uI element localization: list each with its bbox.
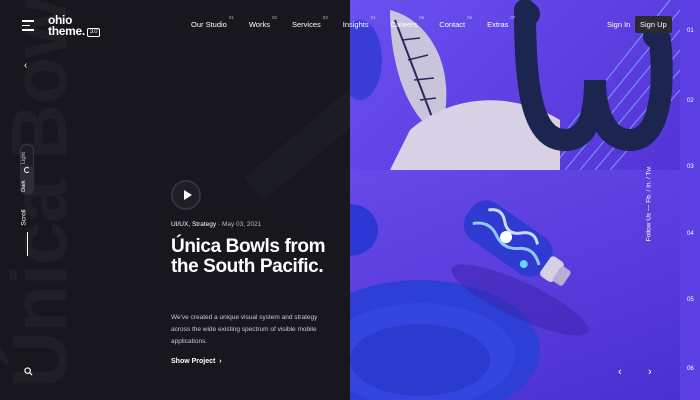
- sign-up-button[interactable]: Sign Up: [635, 16, 672, 33]
- project-title: Única Bowls from the South Pacific.: [171, 236, 326, 277]
- project-date: May 03, 2021: [221, 221, 262, 228]
- nav-item-insights[interactable]: Insights 04: [343, 15, 376, 29]
- slide-number[interactable]: 01: [687, 28, 694, 34]
- project-meta: UI/UX, Strategy · May 03, 2021: [171, 221, 262, 228]
- slide-number[interactable]: 04: [687, 231, 694, 237]
- play-icon: [184, 190, 192, 200]
- mode-light-label: Light: [20, 152, 27, 164]
- decorative-diagonal: [243, 49, 350, 201]
- mode-dark-label: Dark: [20, 180, 27, 192]
- slide-number[interactable]: 03: [687, 164, 694, 170]
- nav-item-services[interactable]: Services 03: [292, 15, 328, 29]
- dark-light-toggle[interactable]: Light Dark: [20, 144, 34, 195]
- logo-line2: theme.: [48, 24, 85, 38]
- play-button[interactable]: [171, 180, 201, 210]
- nav-item-works[interactable]: Works 02: [249, 15, 277, 29]
- scroll-label: Scroll: [20, 209, 28, 226]
- nav-item-contact[interactable]: Contact 06: [439, 15, 472, 29]
- chevron-right-icon: ›: [219, 358, 222, 365]
- nav-item-our-studio[interactable]: Our Studio 01: [191, 15, 234, 29]
- project-category[interactable]: UI/UX, Strategy: [171, 221, 216, 228]
- search-icon[interactable]: [24, 367, 33, 376]
- project-description: We've created a unique visual system and…: [171, 314, 318, 345]
- site-header: ohio theme. 3.0 Our Studio 01 Works 02 Serv…: [0, 0, 700, 50]
- slider-side-strip: [680, 0, 700, 400]
- follow-us-links[interactable]: Follow Us — Fb. / In. / Tw.: [645, 166, 652, 242]
- slide-number[interactable]: 06: [687, 366, 694, 372]
- slider-next-chevron-right-icon[interactable]: ›: [648, 366, 652, 378]
- main-nav: Our Studio 01 Works 02 Services 03 Insights…: [191, 15, 530, 29]
- menu-icon[interactable]: [22, 20, 34, 31]
- show-project-link[interactable]: Show Project ›: [171, 358, 222, 365]
- background-ghost-text: Única Bowls: [0, 0, 83, 388]
- chevron-left-icon[interactable]: ‹: [24, 60, 27, 71]
- nav-item-extras[interactable]: Extras 07: [487, 15, 515, 29]
- slide-number[interactable]: 02: [687, 98, 694, 104]
- moon-icon: [24, 167, 30, 173]
- nav-item-careers[interactable]: Careers 05: [391, 15, 425, 29]
- slider-prev-chevron-left-icon[interactable]: ‹: [618, 366, 622, 378]
- logo-version: 3.0: [86, 28, 101, 37]
- sign-in-link[interactable]: Sign In: [607, 20, 630, 29]
- scroll-line: [27, 232, 28, 256]
- slide-number[interactable]: 05: [687, 297, 694, 303]
- site-logo[interactable]: ohio theme. 3.0: [48, 14, 101, 38]
